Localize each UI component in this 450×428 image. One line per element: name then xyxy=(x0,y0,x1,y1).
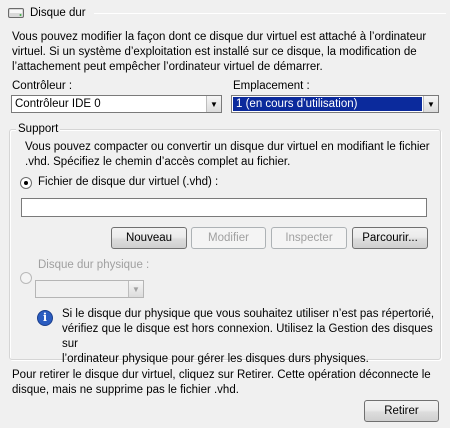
intro-line: l’attachement peut empêcher l’ordinateur… xyxy=(12,61,323,73)
location-select-value: 1 (en cours d’utilisation) xyxy=(233,97,422,111)
vhd-file-radio[interactable] xyxy=(20,177,32,189)
section-header: Disque dur xyxy=(8,5,446,21)
info-line: l’ordinateur physique pour gérer les dis… xyxy=(62,353,369,365)
remove-desc-line: Pour retirer le disque dur virtuel, cliq… xyxy=(12,369,431,381)
new-button[interactable]: Nouveau xyxy=(111,227,187,249)
controller-label: Contrôleur : xyxy=(12,80,73,92)
physical-disk-select[interactable]: ▼ xyxy=(35,280,144,298)
vhd-path-input[interactable] xyxy=(21,198,427,217)
header-divider xyxy=(93,12,446,14)
intro-line: virtuel. Si un système d’exploitation es… xyxy=(12,46,417,58)
physical-disk-info: Si le disque dur physique que vous souha… xyxy=(62,307,437,367)
support-legend: Support xyxy=(16,122,61,136)
inspect-button[interactable]: Inspecter xyxy=(271,227,347,249)
physical-disk-select-value xyxy=(36,281,128,297)
physical-disk-radio[interactable] xyxy=(20,272,32,284)
location-select[interactable]: 1 (en cours d’utilisation) ▼ xyxy=(231,95,439,113)
edit-button[interactable]: Modifier xyxy=(191,227,266,249)
remove-button[interactable]: Retirer xyxy=(364,400,439,422)
remove-desc-line: disque, mais ne supprime pas le fichier … xyxy=(12,384,239,396)
controller-select[interactable]: Contrôleur IDE 0 ▼ xyxy=(11,95,222,113)
support-desc-line: .vhd. Spécifiez le chemin d’accès comple… xyxy=(25,156,291,168)
physical-disk-radio-label[interactable]: Disque dur physique : xyxy=(38,259,149,271)
support-desc-line: Vous pouvez compacter ou convertir un di… xyxy=(25,141,430,153)
support-description: Vous pouvez compacter ou convertir un di… xyxy=(25,140,435,170)
info-line: vérifiez que le disque est hors connexio… xyxy=(62,323,433,350)
section-title: Disque dur xyxy=(30,7,86,19)
chevron-down-icon[interactable]: ▼ xyxy=(423,96,438,112)
controller-select-value: Contrôleur IDE 0 xyxy=(15,98,101,110)
chevron-down-icon[interactable]: ▼ xyxy=(206,96,221,112)
browse-button[interactable]: Parcourir... xyxy=(352,227,428,249)
vhd-file-radio-label[interactable]: Fichier de disque dur virtuel (.vhd) : xyxy=(38,176,218,188)
location-label: Emplacement : xyxy=(233,80,310,92)
intro-line: Vous pouvez modifier la façon dont ce di… xyxy=(12,31,427,43)
intro-text: Vous pouvez modifier la façon dont ce di… xyxy=(12,30,442,75)
info-icon: i xyxy=(37,310,53,326)
hard-disk-icon xyxy=(8,7,24,19)
info-line: Si le disque dur physique que vous souha… xyxy=(62,308,435,320)
remove-description: Pour retirer le disque dur virtuel, cliq… xyxy=(12,368,442,398)
chevron-down-icon[interactable]: ▼ xyxy=(128,281,143,297)
